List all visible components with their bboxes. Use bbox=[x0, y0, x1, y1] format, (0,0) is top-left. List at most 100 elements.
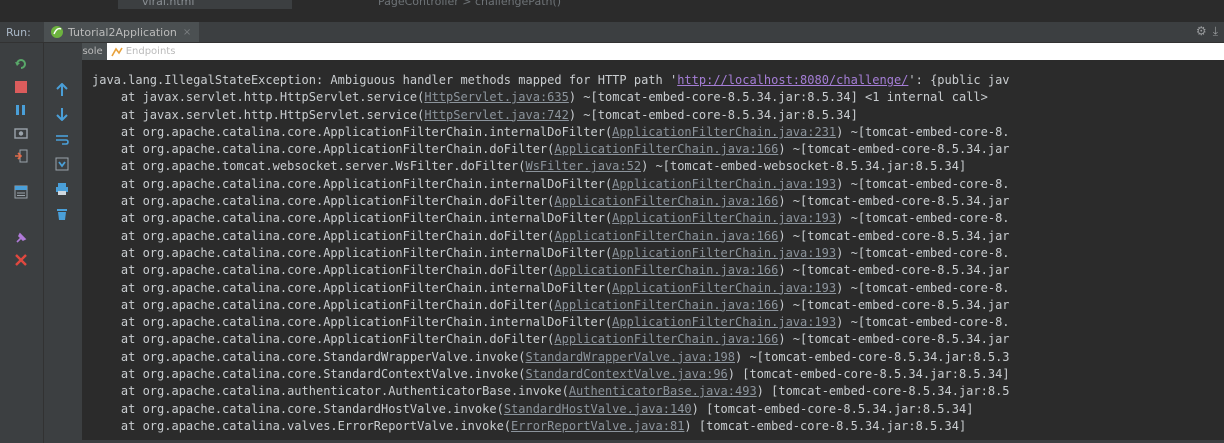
console-line-text: at org.apache.catalina.core.ApplicationF… bbox=[92, 176, 613, 191]
console-line-text: at org.apache.catalina.core.ApplicationF… bbox=[92, 315, 613, 330]
console-line-tail: ) ~[tomcat-embed-core-8.5.34.jar:8.5.34] bbox=[568, 107, 858, 122]
run-toolbar-primary bbox=[0, 43, 44, 443]
console-line-text: at org.apache.catalina.core.ApplicationF… bbox=[92, 124, 613, 139]
console-line-text: at org.apache.catalina.core.ApplicationF… bbox=[92, 332, 555, 347]
console-line-text: at org.apache.catalina.core.ApplicationF… bbox=[92, 263, 555, 278]
console-line-tail: ) ~[tomcat-embed-core-8.5.34.jar bbox=[778, 228, 1010, 243]
source-link[interactable]: HttpServlet.java:635 bbox=[424, 90, 569, 104]
exit-icon[interactable] bbox=[12, 147, 30, 165]
editor-file-tab[interactable]: viral.html bbox=[118, 0, 292, 9]
source-link[interactable]: ApplicationFilterChain.java:166 bbox=[554, 298, 778, 312]
up-arrow-icon[interactable] bbox=[53, 81, 71, 99]
source-link[interactable]: HttpServlet.java:742 bbox=[424, 108, 569, 122]
console-line: at org.apache.catalina.core.StandardCont… bbox=[92, 366, 1010, 383]
tab-endpoints-label: Endpoints bbox=[125, 46, 176, 57]
console-line: at org.apache.catalina.core.ApplicationF… bbox=[92, 262, 1010, 279]
console-line: at org.apache.catalina.core.ApplicationF… bbox=[92, 176, 1010, 193]
endpoints-icon bbox=[111, 47, 123, 56]
run-toolbar-secondary bbox=[44, 43, 82, 443]
top-spacer bbox=[0, 9, 1224, 22]
console-line-text: at org.apache.catalina.core.ApplicationF… bbox=[92, 280, 613, 295]
console-line: at org.apache.catalina.core.ApplicationF… bbox=[92, 280, 1010, 297]
source-link[interactable]: WsFilter.java:52 bbox=[525, 159, 641, 173]
console-line-tail: ) ~[tomcat-embed-core-8. bbox=[836, 280, 1010, 295]
layout-icon[interactable] bbox=[12, 183, 30, 201]
run-toolwindow-header: Run: Tutorial2Application × ⚙ ⤓ bbox=[0, 22, 1224, 43]
console-line-text: at org.apache.tomcat.websocket.server.Ws… bbox=[92, 159, 526, 174]
source-link[interactable]: ApplicationFilterChain.java:166 bbox=[554, 332, 778, 346]
print-icon[interactable] bbox=[53, 180, 71, 198]
source-link[interactable]: AuthenticatorBase.java:493 bbox=[569, 384, 757, 398]
console-line-tail: ) ~[tomcat-embed-websocket-8.5.34.jar:8.… bbox=[641, 159, 967, 174]
console-output[interactable]: java.lang.IllegalStateException: Ambiguo… bbox=[82, 60, 1224, 443]
console-line-text: at org.apache.catalina.core.ApplicationF… bbox=[92, 142, 555, 157]
console-line: at org.apache.catalina.core.ApplicationF… bbox=[92, 331, 1010, 348]
console-line-tail: ) ~[tomcat-embed-core-8. bbox=[836, 315, 1010, 330]
console-line: at org.apache.catalina.authenticator.Aut… bbox=[92, 383, 1010, 400]
console-line-tail: ) ~[tomcat-embed-core-8. bbox=[836, 124, 1010, 139]
console-line-text: at org.apache.catalina.authenticator.Aut… bbox=[92, 384, 569, 399]
rerun-icon[interactable] bbox=[12, 55, 30, 73]
pin-icon[interactable] bbox=[12, 229, 30, 247]
console-line-text: at org.apache.catalina.valves.ErrorRepor… bbox=[92, 418, 512, 433]
source-link[interactable]: ApplicationFilterChain.java:193 bbox=[612, 177, 836, 191]
source-link[interactable]: ApplicationFilterChain.java:193 bbox=[612, 211, 836, 225]
stop-icon[interactable] bbox=[12, 78, 30, 96]
console-line: at org.apache.catalina.core.ApplicationF… bbox=[92, 124, 1010, 141]
tab-endpoints[interactable]: Endpoints bbox=[107, 43, 180, 60]
down-arrow-icon[interactable] bbox=[53, 105, 71, 123]
close-icon[interactable] bbox=[12, 251, 30, 269]
console-line: at org.apache.catalina.core.ApplicationF… bbox=[92, 297, 1010, 314]
console-line: java.lang.IllegalStateException: Ambiguo… bbox=[92, 72, 1010, 89]
console-line-tail: ) [tomcat-embed-core-8.5.34.jar:8.5.34] bbox=[691, 401, 974, 416]
editor-breadcrumb[interactable]: PageController > challengePath() bbox=[378, 0, 561, 9]
console-line: at org.apache.catalina.core.ApplicationF… bbox=[92, 228, 1010, 245]
console-line-tail: ) ~[tomcat-embed-core-8. bbox=[836, 211, 1010, 226]
console-line: at org.apache.catalina.valves.ErrorRepor… bbox=[92, 418, 1010, 435]
console-line-text: at org.apache.catalina.core.StandardCont… bbox=[92, 367, 526, 382]
console-line: at org.apache.catalina.core.StandardWrap… bbox=[92, 349, 1010, 366]
console-line-tail: ) ~[tomcat-embed-core-8. bbox=[836, 245, 1010, 260]
console-line-tail: ) ~[tomcat-embed-core-8.5.34.jar:8.5.34]… bbox=[568, 90, 988, 105]
console-line: at javax.servlet.http.HttpServlet.servic… bbox=[92, 107, 1010, 124]
run-label: Run: bbox=[6, 25, 31, 39]
source-link[interactable]: ApplicationFilterChain.java:166 bbox=[554, 263, 778, 277]
run-config-tab-label: Tutorial2Application bbox=[68, 25, 177, 39]
console-lines: java.lang.IllegalStateException: Ambiguo… bbox=[92, 72, 1010, 435]
wrap-icon[interactable] bbox=[53, 131, 71, 149]
source-link[interactable]: ApplicationFilterChain.java:193 bbox=[612, 315, 836, 329]
console-line-tail: ) [tomcat-embed-core-8.5.34.jar:8.5.34] bbox=[684, 418, 967, 433]
console-line-tail: ) [tomcat-embed-core-8.5.34.jar:8.5 bbox=[756, 384, 1010, 399]
source-link[interactable]: StandardHostValve.java:140 bbox=[504, 402, 692, 416]
source-link[interactable]: StandardContextValve.java:96 bbox=[525, 367, 727, 381]
trash-icon[interactable] bbox=[53, 205, 71, 223]
console-line: at org.apache.catalina.core.ApplicationF… bbox=[92, 245, 1010, 262]
source-link[interactable]: ErrorReportValve.java:81 bbox=[511, 419, 684, 433]
download-icon[interactable]: ⤓ bbox=[1213, 24, 1218, 39]
close-tab-icon[interactable]: × bbox=[183, 27, 191, 38]
console-line-tail: ) ~[tomcat-embed-core-8.5.34.jar bbox=[778, 263, 1010, 278]
console-line-tail: ) ~[tomcat-embed-core-8.5.34.jar bbox=[778, 194, 1010, 209]
source-link[interactable]: StandardWrapperValve.java:198 bbox=[525, 350, 735, 364]
console-line: at org.apache.tomcat.websocket.server.Ws… bbox=[92, 158, 1010, 175]
source-link[interactable]: ApplicationFilterChain.java:231 bbox=[612, 125, 836, 139]
spring-boot-icon bbox=[51, 26, 63, 38]
console-line-tail: ) ~[tomcat-embed-core-8.5.34.jar:8.5.3 bbox=[735, 349, 1010, 364]
console-line-text: at org.apache.catalina.core.ApplicationF… bbox=[92, 228, 555, 243]
console-line-text: at org.apache.catalina.core.ApplicationF… bbox=[92, 245, 613, 260]
source-link[interactable]: ApplicationFilterChain.java:193 bbox=[612, 246, 836, 260]
source-link[interactable]: ApplicationFilterChain.java:193 bbox=[612, 281, 836, 295]
gear-icon[interactable]: ⚙ bbox=[1196, 24, 1207, 39]
console-line-text: at org.apache.catalina.core.StandardWrap… bbox=[92, 349, 526, 364]
console-line-tail: ) ~[tomcat-embed-core-8. bbox=[836, 176, 1010, 191]
console-line-tail: ) ~[tomcat-embed-core-8.5.34.jar bbox=[778, 332, 1010, 347]
pause-icon[interactable] bbox=[12, 101, 30, 119]
scroll-to-end-icon[interactable] bbox=[53, 155, 71, 173]
url-link[interactable]: http://localhost:8080/challenge/ bbox=[677, 73, 908, 87]
screenshot-icon[interactable] bbox=[12, 124, 30, 142]
run-config-tab[interactable]: Tutorial2Application × bbox=[44, 22, 200, 42]
source-link[interactable]: ApplicationFilterChain.java:166 bbox=[554, 142, 778, 156]
console-line: at org.apache.catalina.core.ApplicationF… bbox=[92, 141, 1010, 158]
source-link[interactable]: ApplicationFilterChain.java:166 bbox=[554, 229, 778, 243]
source-link[interactable]: ApplicationFilterChain.java:166 bbox=[554, 194, 778, 208]
